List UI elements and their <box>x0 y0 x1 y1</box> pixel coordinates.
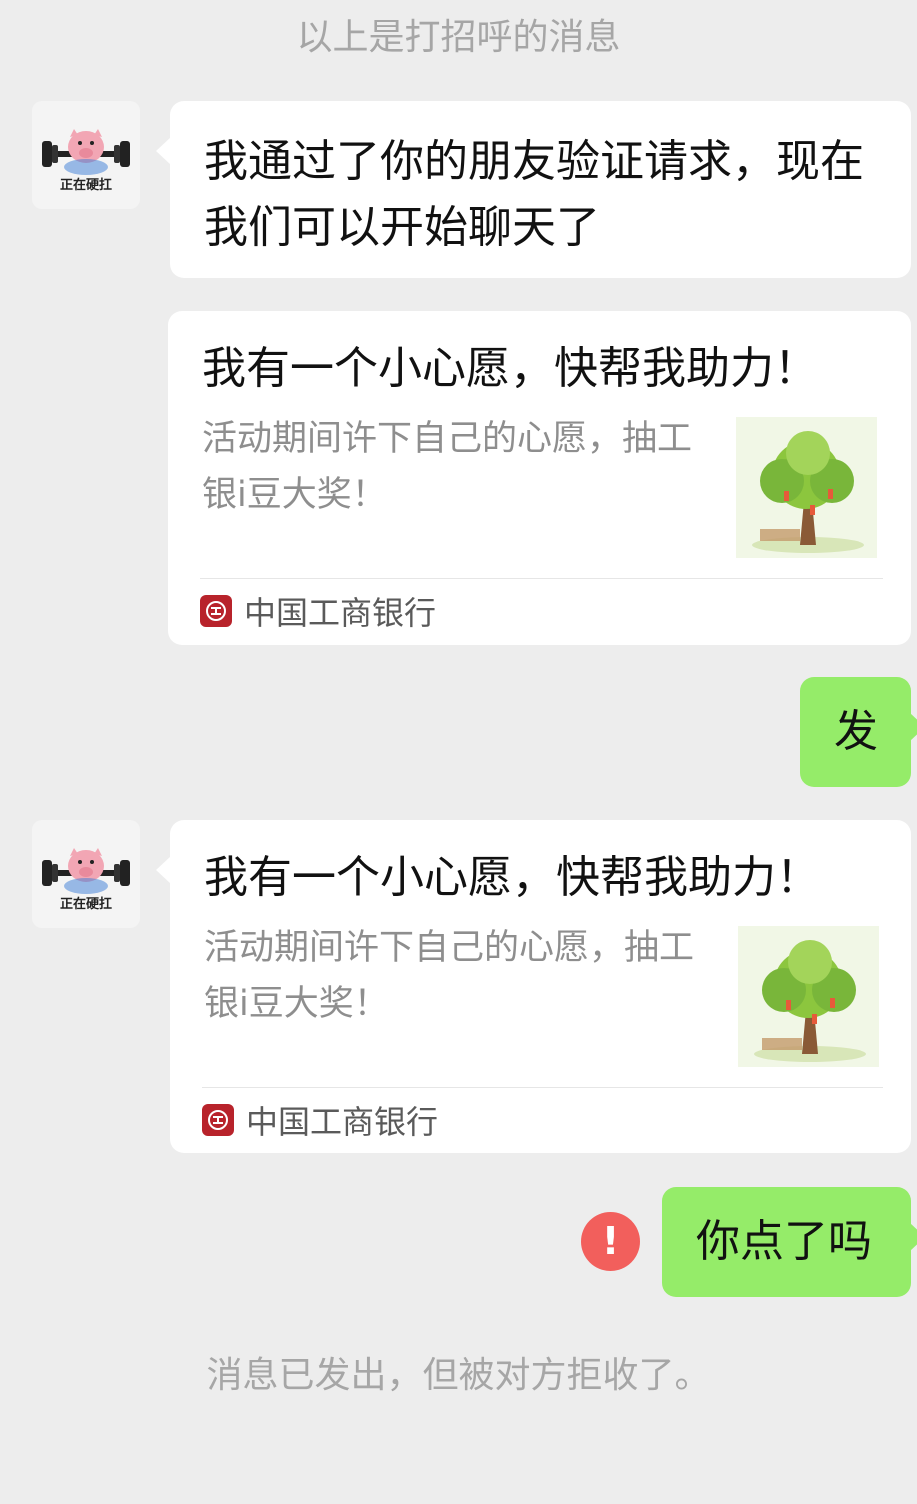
pig-lifting-barbell-icon: 正在硬扛 <box>42 848 130 912</box>
message-bubble-outgoing[interactable]: 发 <box>800 677 917 787</box>
card-divider <box>202 1087 883 1088</box>
card-source-label: 中国工商银行 <box>244 594 437 632</box>
icbc-logo-icon <box>200 595 232 627</box>
contact-avatar[interactable]: 正在硬扛 <box>32 820 140 928</box>
card-title: 我有一个小心愿，快帮我助力！ <box>202 343 818 394</box>
message-text: 你点了吗 <box>696 1216 872 1267</box>
exclamation-icon[interactable]: ! <box>581 1212 640 1271</box>
message-text: 我通过了你的朋友验证请求，现在我们可以开始聊天了 <box>204 136 864 253</box>
card-thumbnail <box>736 417 877 558</box>
card-source-label: 中国工商银行 <box>246 1103 439 1141</box>
card-description: 活动期间许下自己的心愿，抽工银i豆大奖！ <box>204 928 695 1024</box>
system-notice-rejected: 消息已发出，但被对方拒收了。 <box>206 1355 711 1396</box>
system-notice-greeting: 以上是打招呼的消息 <box>296 17 621 58</box>
card-description: 活动期间许下自己的心愿，抽工银i豆大奖！ <box>202 419 693 515</box>
card-source: 中国工商银行 <box>202 1102 438 1141</box>
card-divider <box>200 578 883 579</box>
icbc-logo-icon <box>202 1104 234 1136</box>
card-title: 我有一个小心愿，快帮我助力！ <box>204 852 820 903</box>
wish-tree-icon <box>738 926 879 1067</box>
card-source: 中国工商银行 <box>200 593 436 632</box>
avatar-label: 正在硬扛 <box>60 896 112 912</box>
contact-avatar[interactable]: 正在硬扛 <box>32 101 140 209</box>
pig-lifting-barbell-icon: 正在硬扛 <box>42 129 130 193</box>
share-card[interactable]: 我有一个小心愿，快帮我助力！ 活动期间许下自己的心愿，抽工银i豆大奖！ 中国工商… <box>156 820 911 1153</box>
message-text: 发 <box>834 706 878 757</box>
message-bubble-incoming[interactable]: 我通过了你的朋友验证请求，现在我们可以开始聊天了 <box>156 101 911 278</box>
wish-tree-icon <box>736 417 877 558</box>
card-thumbnail <box>738 926 879 1067</box>
avatar-label: 正在硬扛 <box>60 177 112 193</box>
share-card[interactable]: 我有一个小心愿，快帮我助力！ 活动期间许下自己的心愿，抽工银i豆大奖！ 中国工商… <box>168 311 911 645</box>
message-bubble-outgoing[interactable]: 你点了吗 <box>662 1187 917 1297</box>
